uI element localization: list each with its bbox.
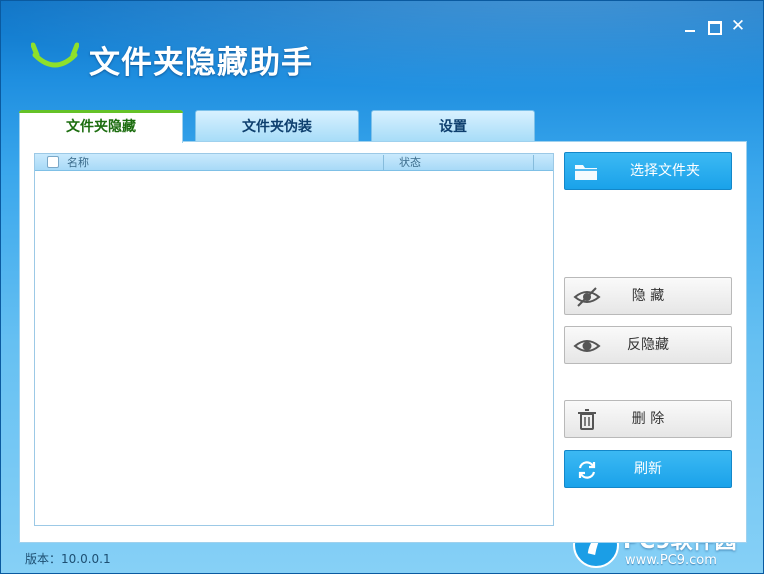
select-folder-label: 选择文件夹 <box>630 163 700 179</box>
column-header-status[interactable]: 状态 <box>399 155 421 170</box>
close-icon[interactable]: ✕ <box>728 16 748 36</box>
folder-list[interactable]: 名称 状态 <box>34 153 554 526</box>
delete-button[interactable]: 删 除 <box>564 400 732 438</box>
select-folder-button[interactable]: 选择文件夹 <box>564 152 732 190</box>
column-header-name[interactable]: 名称 <box>67 155 89 170</box>
watermark-url: www.PC9.com <box>625 553 717 568</box>
hide-label: 隐 藏 <box>631 288 665 304</box>
eyelash-logo-icon <box>31 42 79 68</box>
tab-folder-disguise[interactable]: 文件夹伪装 <box>195 110 359 142</box>
delete-label: 删 除 <box>631 411 665 427</box>
tab-settings[interactable]: 设置 <box>371 110 535 142</box>
maximize-icon[interactable] <box>704 16 724 36</box>
refresh-label: 刷新 <box>634 461 662 477</box>
app-title: 文件夹隐藏助手 <box>89 45 313 81</box>
unhide-button[interactable]: 反隐藏 <box>564 326 732 364</box>
unhide-label: 反隐藏 <box>627 337 669 353</box>
minimize-icon[interactable] <box>681 16 701 36</box>
app-window: 文件夹隐藏助手 ✕ 文件夹隐藏 文件夹伪装 设置 名称 状态 选择文件夹 隐 藏… <box>0 0 764 574</box>
refresh-button[interactable]: 刷新 <box>564 450 732 488</box>
select-all-checkbox[interactable] <box>47 156 59 168</box>
version-label: 版本：10.0.0.1 <box>25 552 111 566</box>
column-divider[interactable] <box>383 155 384 170</box>
tab-folder-hide[interactable]: 文件夹隐藏 <box>19 110 183 143</box>
main-panel: 名称 状态 选择文件夹 隐 藏 反隐藏 删 除 刷新 <box>19 141 747 543</box>
hide-button[interactable]: 隐 藏 <box>564 277 732 315</box>
list-header: 名称 状态 <box>35 154 553 171</box>
column-divider[interactable] <box>533 155 534 170</box>
